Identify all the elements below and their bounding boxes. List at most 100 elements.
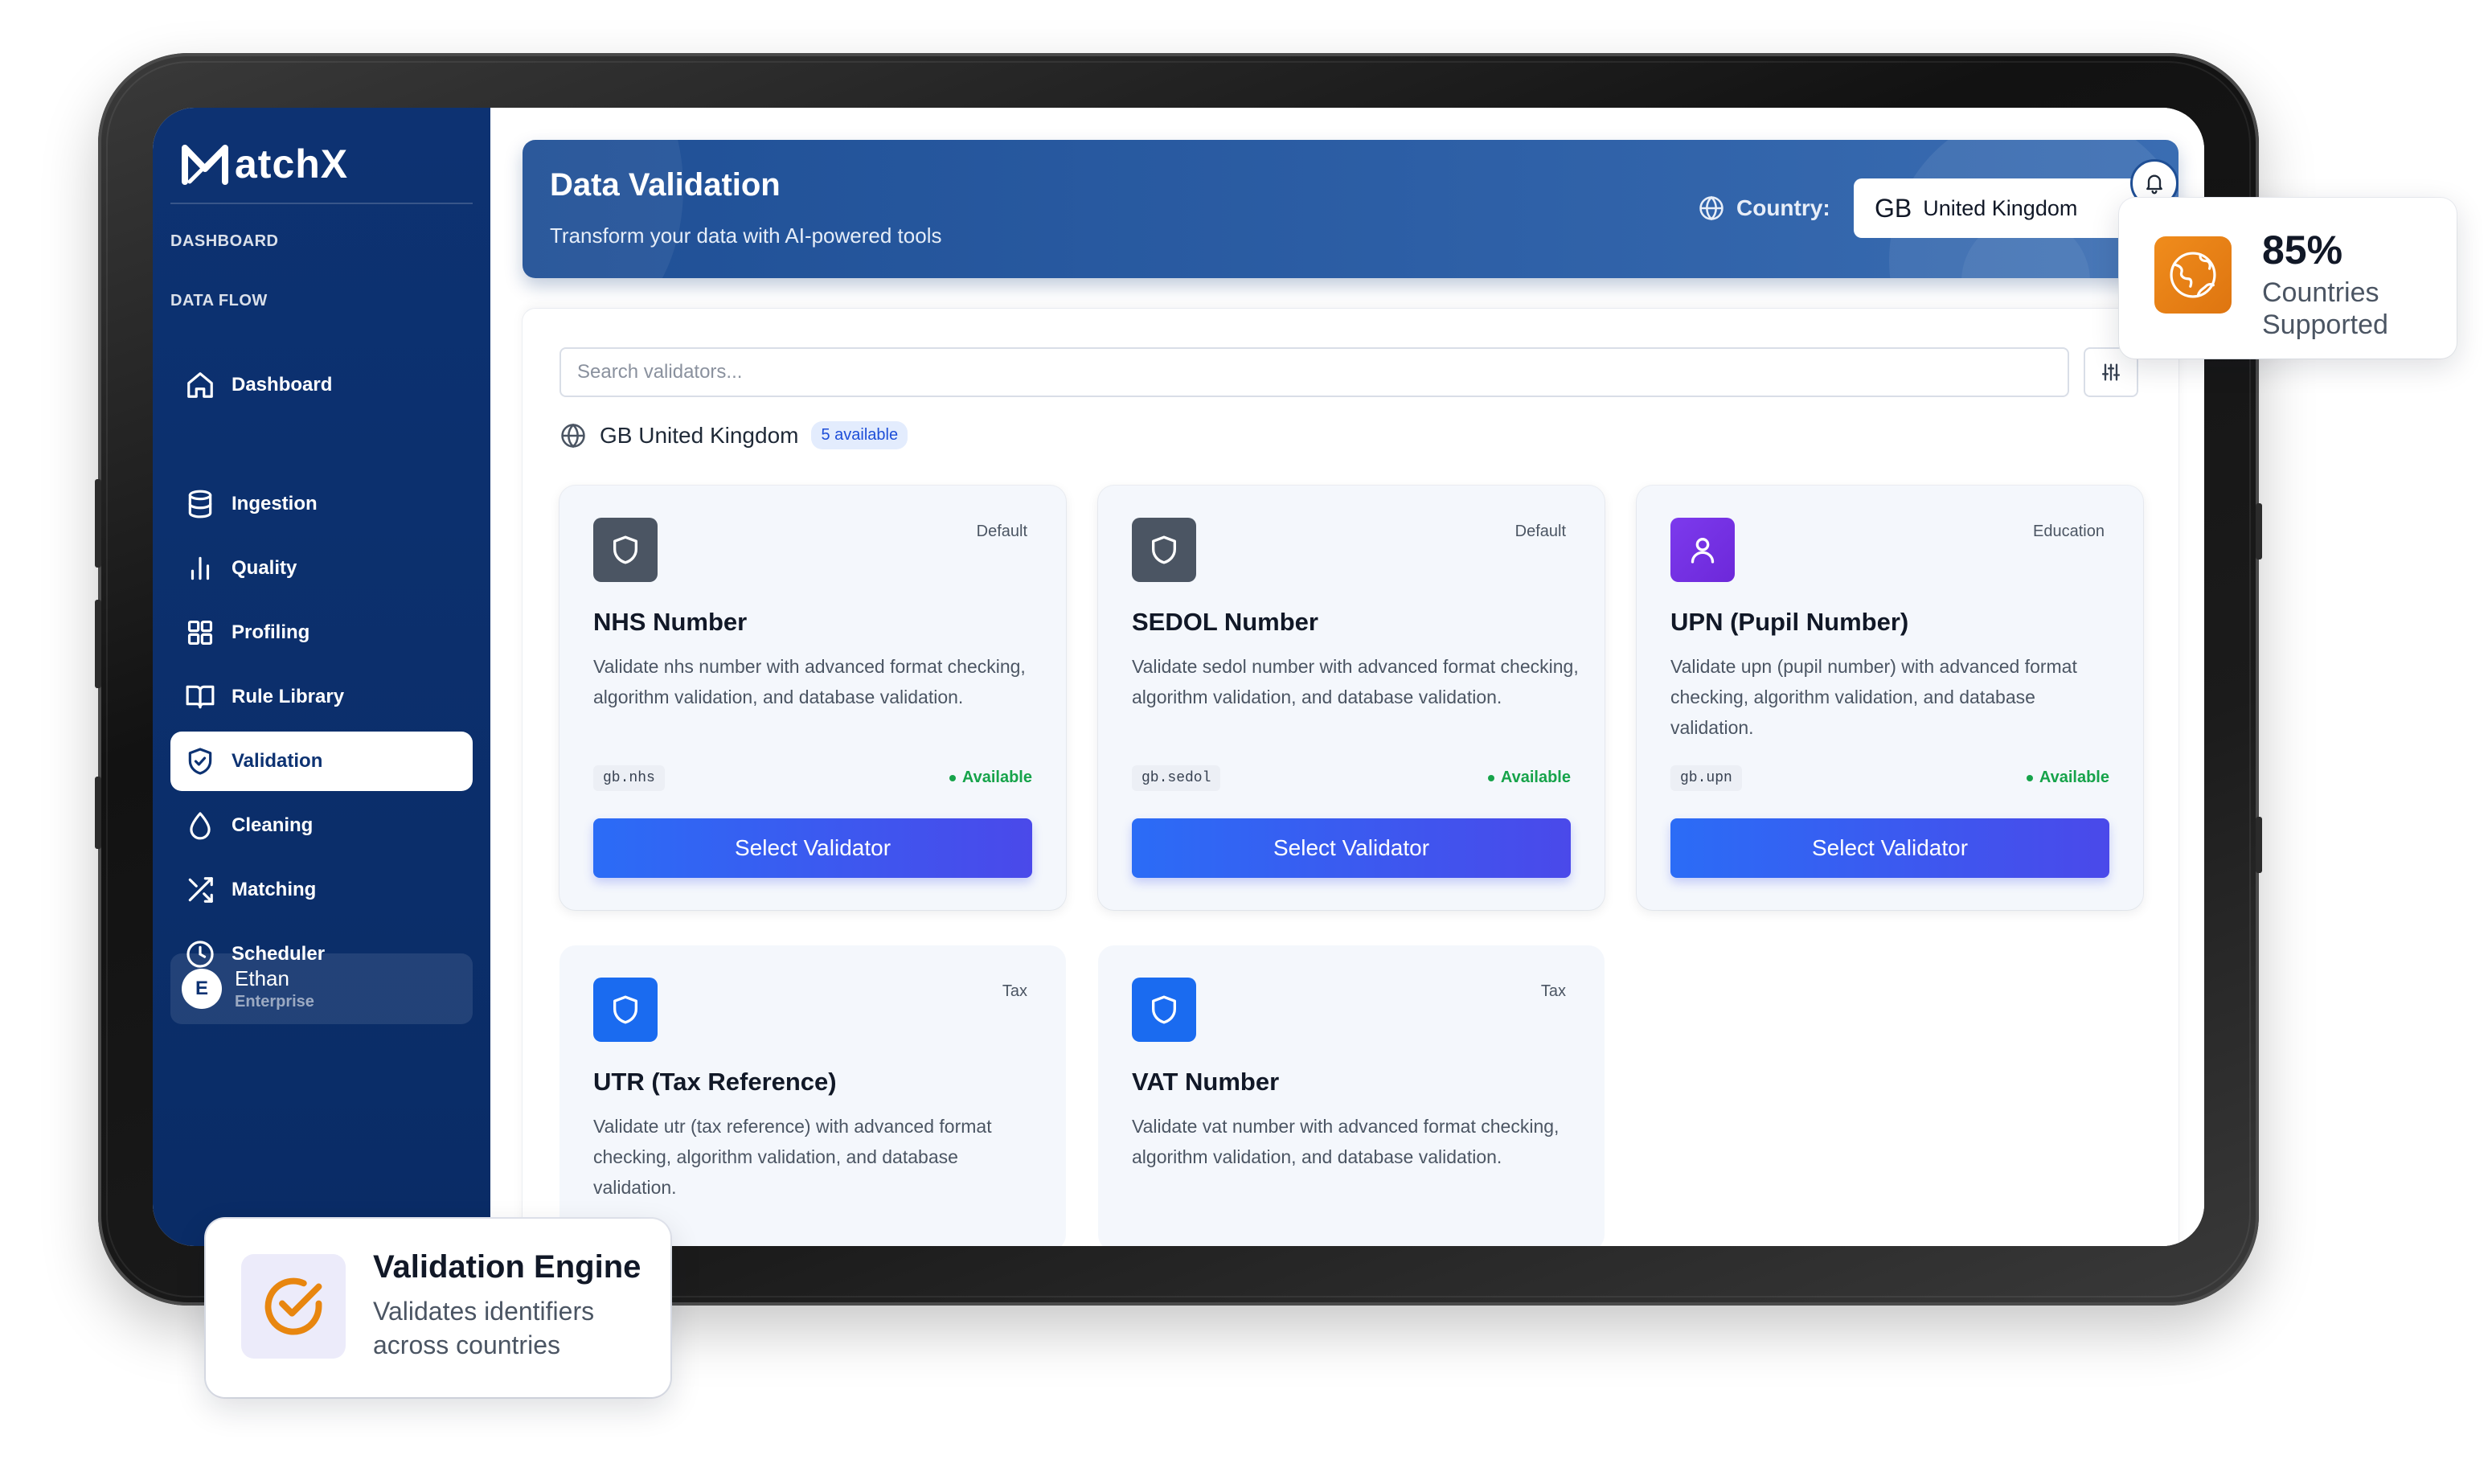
shield-icon bbox=[1152, 535, 1176, 564]
validator-card: Education UPN (Pupil Number) Validate up… bbox=[1637, 486, 2143, 910]
book-icon bbox=[186, 685, 215, 709]
validators-panel: GB United Kingdom 5 available Default NH… bbox=[523, 309, 2178, 1246]
matchx-logo-icon bbox=[182, 145, 228, 185]
sidebar-item-rule-library[interactable]: Rule Library bbox=[170, 667, 473, 727]
user-info: Ethan Enterprise bbox=[235, 966, 314, 1011]
shield-icon bbox=[613, 995, 637, 1024]
country-label-text: Country: bbox=[1736, 195, 1830, 220]
app-screen: atchX DASHBOARD Dashboard DATA FLOW Inge… bbox=[153, 108, 2204, 1246]
category-tag: Tax bbox=[1002, 982, 1027, 1000]
validator-icon bbox=[593, 978, 658, 1042]
available-count-badge: 5 available bbox=[811, 421, 908, 449]
validator-icon bbox=[1132, 518, 1196, 582]
globe-icon bbox=[561, 423, 585, 448]
validator-card: Tax VAT Number Validate vat number with … bbox=[1098, 945, 1605, 1246]
stat-label: Countries Supported bbox=[2262, 277, 2388, 340]
sidebar-item-profiling[interactable]: Profiling bbox=[170, 603, 473, 662]
validator-card: Tax UTR (Tax Reference) Validate utr (ta… bbox=[559, 945, 1066, 1246]
countries-supported-card: 85% Countries Supported bbox=[2119, 198, 2457, 359]
region-name: GB United Kingdom bbox=[600, 422, 799, 448]
user-icon bbox=[1691, 538, 1715, 564]
select-validator-button[interactable]: Select Validator bbox=[593, 818, 1032, 878]
validator-icon bbox=[1670, 518, 1735, 582]
logo[interactable]: atchX bbox=[180, 140, 348, 188]
home-icon bbox=[187, 372, 213, 398]
main-content: Data Validation Transform your data with… bbox=[490, 108, 2204, 1246]
validator-title: UTR (Tax Reference) bbox=[593, 1068, 837, 1096]
status-text: Available bbox=[1500, 769, 1571, 786]
validator-icon bbox=[593, 518, 658, 582]
country-name: United Kingdom bbox=[1923, 195, 2078, 220]
logo-text: atchX bbox=[235, 141, 349, 187]
sidebar-item-matching[interactable]: Matching bbox=[170, 860, 473, 920]
feature-subtitle: Validates identifiers across countries bbox=[373, 1297, 595, 1359]
status-text: Available bbox=[961, 769, 1032, 786]
sidebar-item-cleaning[interactable]: Cleaning bbox=[170, 796, 473, 855]
shield-check-icon bbox=[188, 748, 212, 775]
sidebar-section-dashboard: DASHBOARD bbox=[170, 232, 279, 250]
tablet-side-button bbox=[95, 600, 101, 688]
tablet-side-button bbox=[95, 777, 101, 849]
sidebar-item-ingestion[interactable]: Ingestion bbox=[170, 474, 473, 534]
database-icon bbox=[188, 490, 212, 519]
validator-description: Validate vat number with advanced format… bbox=[1132, 1116, 1560, 1167]
shield-icon bbox=[613, 535, 637, 564]
validator-card: Default SEDOL Number Validate sedol numb… bbox=[1098, 486, 1605, 910]
header-decoration bbox=[523, 140, 683, 278]
status-dot bbox=[2026, 774, 2033, 781]
droplet-icon bbox=[190, 812, 211, 840]
tablet-side-button bbox=[2256, 817, 2262, 873]
sidebar-item-label: Rule Library bbox=[232, 686, 345, 707]
validator-description: Validate sedol number with advanced form… bbox=[1132, 656, 1579, 707]
category-tag: Education bbox=[2033, 523, 2105, 540]
sidebar-item-label: Matching bbox=[232, 879, 317, 900]
stat-icon bbox=[2154, 236, 2232, 314]
status-badge: Available bbox=[949, 769, 1032, 787]
validator-icon bbox=[1132, 978, 1196, 1042]
bell-icon bbox=[2146, 174, 2162, 195]
validator-title: SEDOL Number bbox=[1132, 608, 1318, 636]
sidebar-item-label: Cleaning bbox=[232, 814, 314, 836]
select-validator-button[interactable]: Select Validator bbox=[1132, 818, 1571, 878]
page-title: Data Validation bbox=[550, 167, 781, 203]
shuffle-icon bbox=[188, 877, 213, 903]
tablet-side-button bbox=[95, 479, 101, 568]
category-tag: Tax bbox=[1540, 982, 1566, 1000]
check-circle-icon bbox=[264, 1277, 322, 1335]
feature-title: Validation Engine bbox=[373, 1249, 641, 1285]
country-label: Country: bbox=[1698, 195, 1830, 222]
validator-description: Validate nhs number with advanced format… bbox=[593, 656, 1026, 707]
category-tag: Default bbox=[976, 523, 1027, 540]
page-subtitle: Transform your data with AI-powered tool… bbox=[550, 223, 942, 248]
country-select[interactable]: GB United Kingdom bbox=[1854, 178, 2162, 238]
stat-value: 85% bbox=[2262, 228, 2343, 273]
validator-description: Validate upn (pupil number) with advance… bbox=[1670, 656, 2077, 738]
user-profile-card[interactable]: E Ethan Enterprise bbox=[170, 953, 473, 1024]
sidebar-item-quality[interactable]: Quality bbox=[170, 539, 473, 598]
validator-card: Default NHS Number Validate nhs number w… bbox=[559, 486, 1066, 910]
validator-code: gb.upn bbox=[1670, 765, 1742, 791]
status-dot bbox=[949, 774, 956, 781]
page-header: Data Validation Transform your data with… bbox=[523, 140, 2178, 278]
sidebar-item-label: Dashboard bbox=[232, 374, 333, 396]
select-validator-button[interactable]: Select Validator bbox=[1670, 818, 2109, 878]
sidebar-item-label: Quality bbox=[232, 557, 297, 579]
country-code: GB bbox=[1875, 193, 1912, 223]
validator-title: VAT Number bbox=[1132, 1068, 1280, 1096]
validator-title: NHS Number bbox=[593, 608, 748, 636]
sidebar-divider bbox=[170, 203, 473, 204]
sidebar-item-label: Validation bbox=[232, 750, 323, 772]
validation-engine-card: Validation Engine Validates identifiers … bbox=[206, 1219, 670, 1397]
shield-icon bbox=[1152, 995, 1176, 1024]
status-text: Available bbox=[2039, 769, 2109, 786]
user-plan: Enterprise bbox=[235, 993, 314, 1011]
sidebar-item-validation[interactable]: Validation bbox=[170, 732, 473, 791]
bar-chart-icon bbox=[191, 556, 210, 580]
sidebar-item-dashboard[interactable]: Dashboard bbox=[170, 355, 473, 415]
avatar: E bbox=[182, 969, 222, 1009]
sliders-icon bbox=[2101, 363, 2121, 381]
search-input[interactable] bbox=[559, 347, 2069, 397]
status-dot bbox=[1487, 774, 1494, 781]
sidebar-item-label: Ingestion bbox=[232, 493, 318, 514]
sidebar-item-label: Profiling bbox=[232, 621, 310, 643]
